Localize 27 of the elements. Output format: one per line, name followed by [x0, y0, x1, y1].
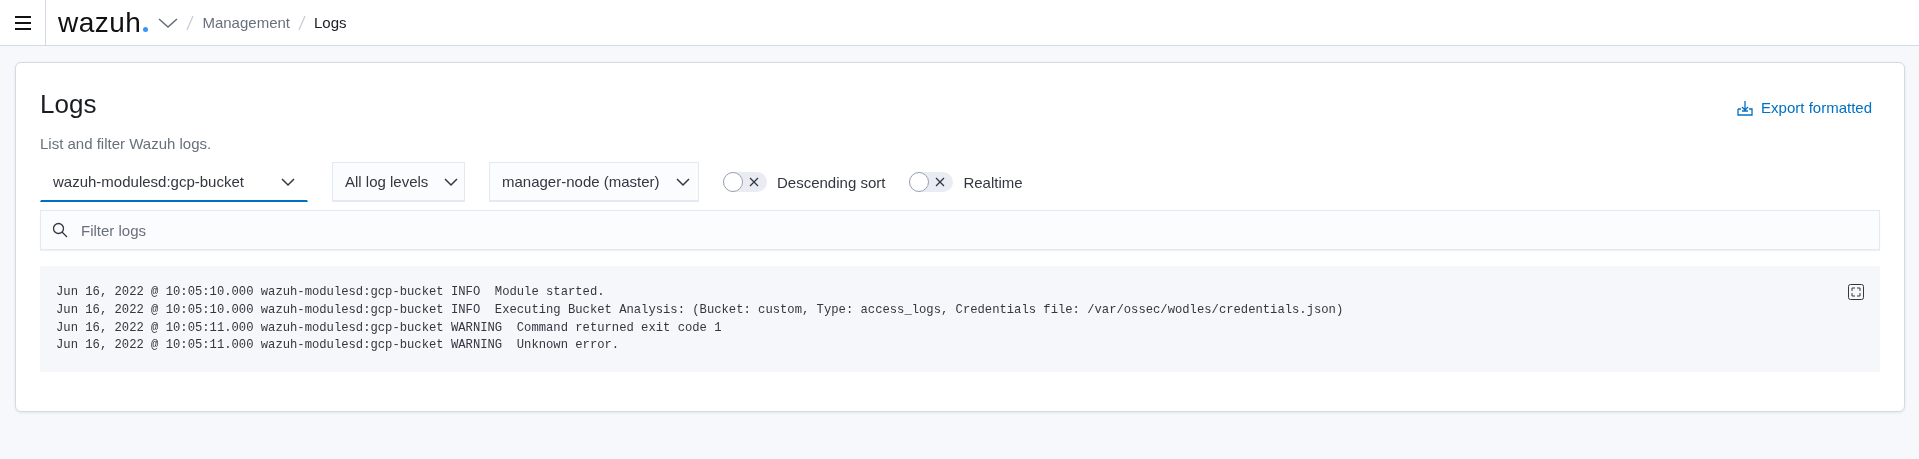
toggle-switch[interactable]: Descending sort	[723, 172, 886, 192]
breadcrumb-separator	[298, 14, 306, 31]
breadcrumb[interactable]: Management	[202, 14, 290, 31]
cross-icon	[935, 177, 946, 187]
log-line: Jun 16, 2022 @ 10:05:11.000 wazuh-modulesd:gcp-bucket WARNING Command returned exit code 1	[56, 319, 723, 337]
page-description: List and filter Wazuh logs.	[40, 135, 213, 152]
menu-icon	[13, 15, 32, 30]
export-link[interactable]: Export formatted	[1737, 99, 1872, 116]
log-line: Jun 16, 2022 @ 10:05:10.000 wazuh-modulesd:gcp-bucket INFO Module started.	[56, 284, 606, 301]
page-title: Logs	[40, 89, 97, 120]
chevron-down-icon	[281, 176, 295, 187]
chevron-down-icon[interactable]	[158, 16, 179, 29]
breadcrumb-separator	[186, 14, 195, 31]
select-dropdown[interactable]: All log levels	[332, 162, 465, 202]
log-line: Jun 16, 2022 @ 10:05:11.000 wazuh-modulesd:gcp-bucket WARNING Unknown error.	[56, 337, 621, 355]
select-dropdown[interactable]: manager-node (master)	[489, 162, 699, 202]
breadcrumb: Logs	[314, 14, 347, 31]
chevron-down-icon	[675, 176, 690, 187]
logo[interactable]: wazuh	[58, 6, 149, 39]
download-icon	[1737, 99, 1754, 116]
log-line: Jun 16, 2022 @ 10:05:10.000 wazuh-modulesd:gcp-bucket INFO Executing Bucket Analysis: (Bucket: custom, Type: access_logs, Credentials file: /var/ossec/wodles/credentials.json)	[56, 301, 1344, 319]
fullscreen-icon[interactable]	[1848, 284, 1864, 302]
search-icon	[52, 222, 68, 238]
toggle-switch[interactable]: Realtime	[909, 172, 1023, 192]
cross-icon	[749, 177, 759, 187]
chevron-down-icon	[444, 176, 459, 187]
search-field[interactable]: Filter logs	[40, 210, 1880, 250]
